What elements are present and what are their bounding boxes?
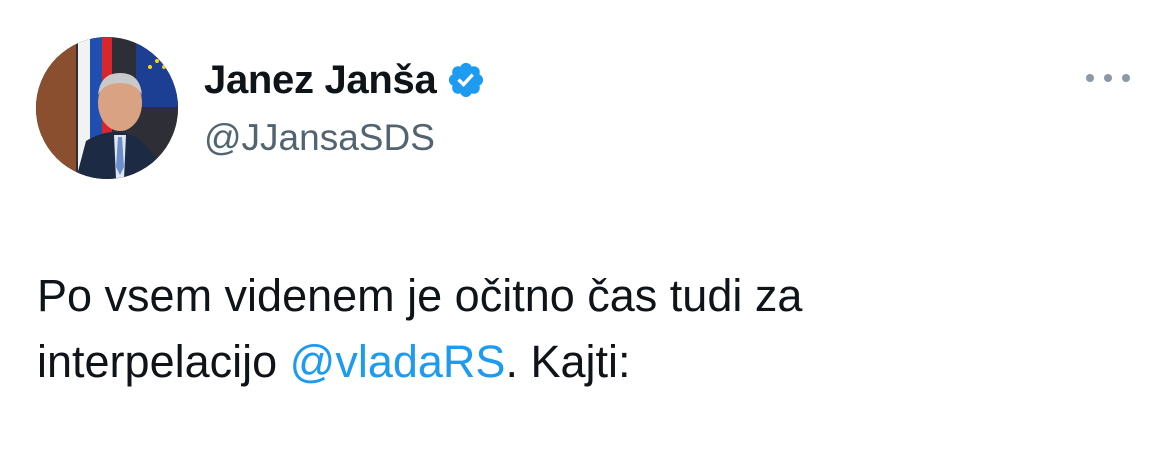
- author-avatar[interactable]: [36, 37, 178, 179]
- tweet-text-line-2: interpelacijo @vladaRS. Kajti:: [37, 329, 1127, 395]
- author-handle[interactable]: @JJansaSDS: [204, 117, 435, 159]
- more-dot: [1086, 74, 1094, 82]
- tweet-text-line-1: Po vsem videnem je očitno čas tudi za: [37, 270, 803, 321]
- more-dot: [1104, 74, 1112, 82]
- more-dot: [1122, 74, 1130, 82]
- verified-badge-icon: [446, 60, 486, 100]
- tweet-text: Po vsem videnem je očitno čas tudi za in…: [37, 263, 1127, 395]
- avatar-image: [36, 37, 178, 179]
- tweet-text-after-mention: . Kajti:: [505, 336, 631, 387]
- author-display-name[interactable]: Janez Janša: [204, 58, 437, 103]
- more-options-icon[interactable]: [1086, 66, 1130, 90]
- tweet-text-before-mention: interpelacijo: [37, 336, 290, 387]
- author-name-row: Janez Janša: [204, 56, 486, 104]
- mention-link[interactable]: @vladaRS: [290, 336, 506, 387]
- tweet-card: Janez Janša @JJansaSDS Po vsem videnem j…: [0, 0, 1170, 467]
